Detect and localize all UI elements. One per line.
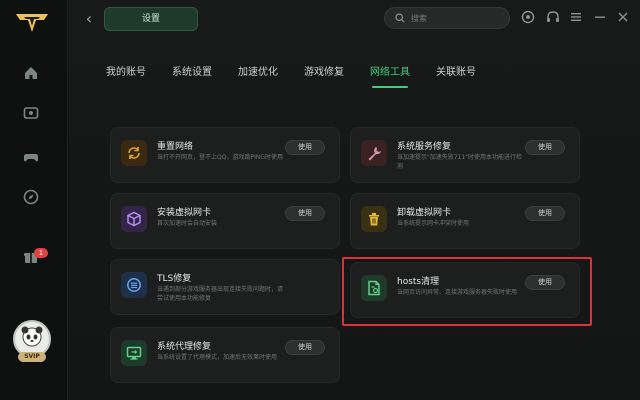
game-library-icon[interactable] xyxy=(22,104,40,122)
tool-title: 卸载虚拟网卡 xyxy=(397,208,452,218)
use-button[interactable]: 使用 xyxy=(525,140,565,155)
notification-badge: 1 xyxy=(34,248,48,258)
tool-card-tls-repair: TLS修复 当遇到部分游戏服务器出现连接失败问题时，请尝试使用本功能修复 xyxy=(110,259,340,315)
use-button[interactable]: 使用 xyxy=(285,340,325,355)
cube-icon xyxy=(121,206,147,232)
sidebar: 1 SVIP xyxy=(0,0,68,400)
menu-icon[interactable] xyxy=(568,9,584,25)
tool-description: 当加速提示"加速失败711"时使用本功能进行检测 xyxy=(397,154,522,170)
search-icon xyxy=(395,13,405,23)
minimize-icon[interactable] xyxy=(592,9,608,25)
tool-title: 重置网络 xyxy=(157,142,194,152)
tool-title: 系统代理修复 xyxy=(157,342,212,352)
tab-game-repair[interactable]: 游戏修复 xyxy=(304,64,344,88)
tool-card-system-service-repair: 系统服务修复 当加速提示"加速失败711"时使用本功能进行检测 使用 xyxy=(350,127,580,183)
vip-badge: SVIP xyxy=(18,352,46,362)
tool-description: 当遇到部分游戏服务器出现连接失败问题时，请尝试使用本功能修复 xyxy=(157,286,284,302)
use-button[interactable]: 使用 xyxy=(285,140,325,155)
page-title: 设置 xyxy=(104,7,198,31)
close-icon[interactable] xyxy=(615,9,631,25)
tool-description: 当系统提示网卡冲突时使用 xyxy=(397,220,470,227)
reset-network-icon xyxy=(121,140,147,166)
search-input[interactable] xyxy=(411,13,501,23)
tab-system-settings[interactable]: 系统设置 xyxy=(172,64,212,88)
tab-network-tools[interactable]: 网络工具 xyxy=(370,64,410,88)
use-button[interactable]: 使用 xyxy=(285,206,325,221)
proxy-monitor-icon xyxy=(121,340,147,366)
customer-service-icon[interactable] xyxy=(520,9,536,25)
trash-icon xyxy=(361,206,387,232)
tool-description: 首次加速时会自动安装 xyxy=(157,220,218,227)
tool-title: 系统服务修复 xyxy=(397,142,452,152)
use-button[interactable]: 使用 xyxy=(525,206,565,221)
compass-icon[interactable] xyxy=(22,188,40,206)
tool-title: TLS修复 xyxy=(157,274,192,284)
back-arrow-icon[interactable]: ‹ xyxy=(82,10,96,28)
tool-card-uninstall-vnic: 卸载虚拟网卡 当系统提示网卡冲突时使用 使用 xyxy=(350,193,580,249)
headset-icon[interactable] xyxy=(545,9,561,25)
wrench-icon xyxy=(361,140,387,166)
tool-card-reset-network: 重置网络 当打不开网页，登不上QQ，游戏跳PING时使用 使用 xyxy=(110,127,340,183)
tab-linked-accounts[interactable]: 关联账号 xyxy=(436,64,476,88)
search-box[interactable] xyxy=(384,7,510,29)
tab-acceleration[interactable]: 加速优化 xyxy=(238,64,278,88)
tool-description: 当系统设置了代理模式，加速后无效果时使用 xyxy=(157,354,278,361)
tls-icon xyxy=(121,272,147,298)
tool-card-system-proxy-repair: 系统代理修复 当系统设置了代理模式，加速后无效果时使用 使用 xyxy=(110,327,340,383)
highlight-box xyxy=(342,257,592,326)
home-icon[interactable] xyxy=(22,64,40,82)
settings-tabs: 我的账号 系统设置 加速优化 游戏修复 网络工具 关联账号 xyxy=(106,64,502,88)
gamepad-icon[interactable] xyxy=(22,148,40,166)
tool-card-install-vnic: 安装虚拟网卡 首次加速时会自动安装 使用 xyxy=(110,193,340,249)
app-logo-icon xyxy=(16,14,48,32)
tool-description: 当打不开网页，登不上QQ，游戏跳PING时使用 xyxy=(157,154,283,161)
tool-title: 安装虚拟网卡 xyxy=(157,208,212,218)
tab-my-account[interactable]: 我的账号 xyxy=(106,64,146,88)
